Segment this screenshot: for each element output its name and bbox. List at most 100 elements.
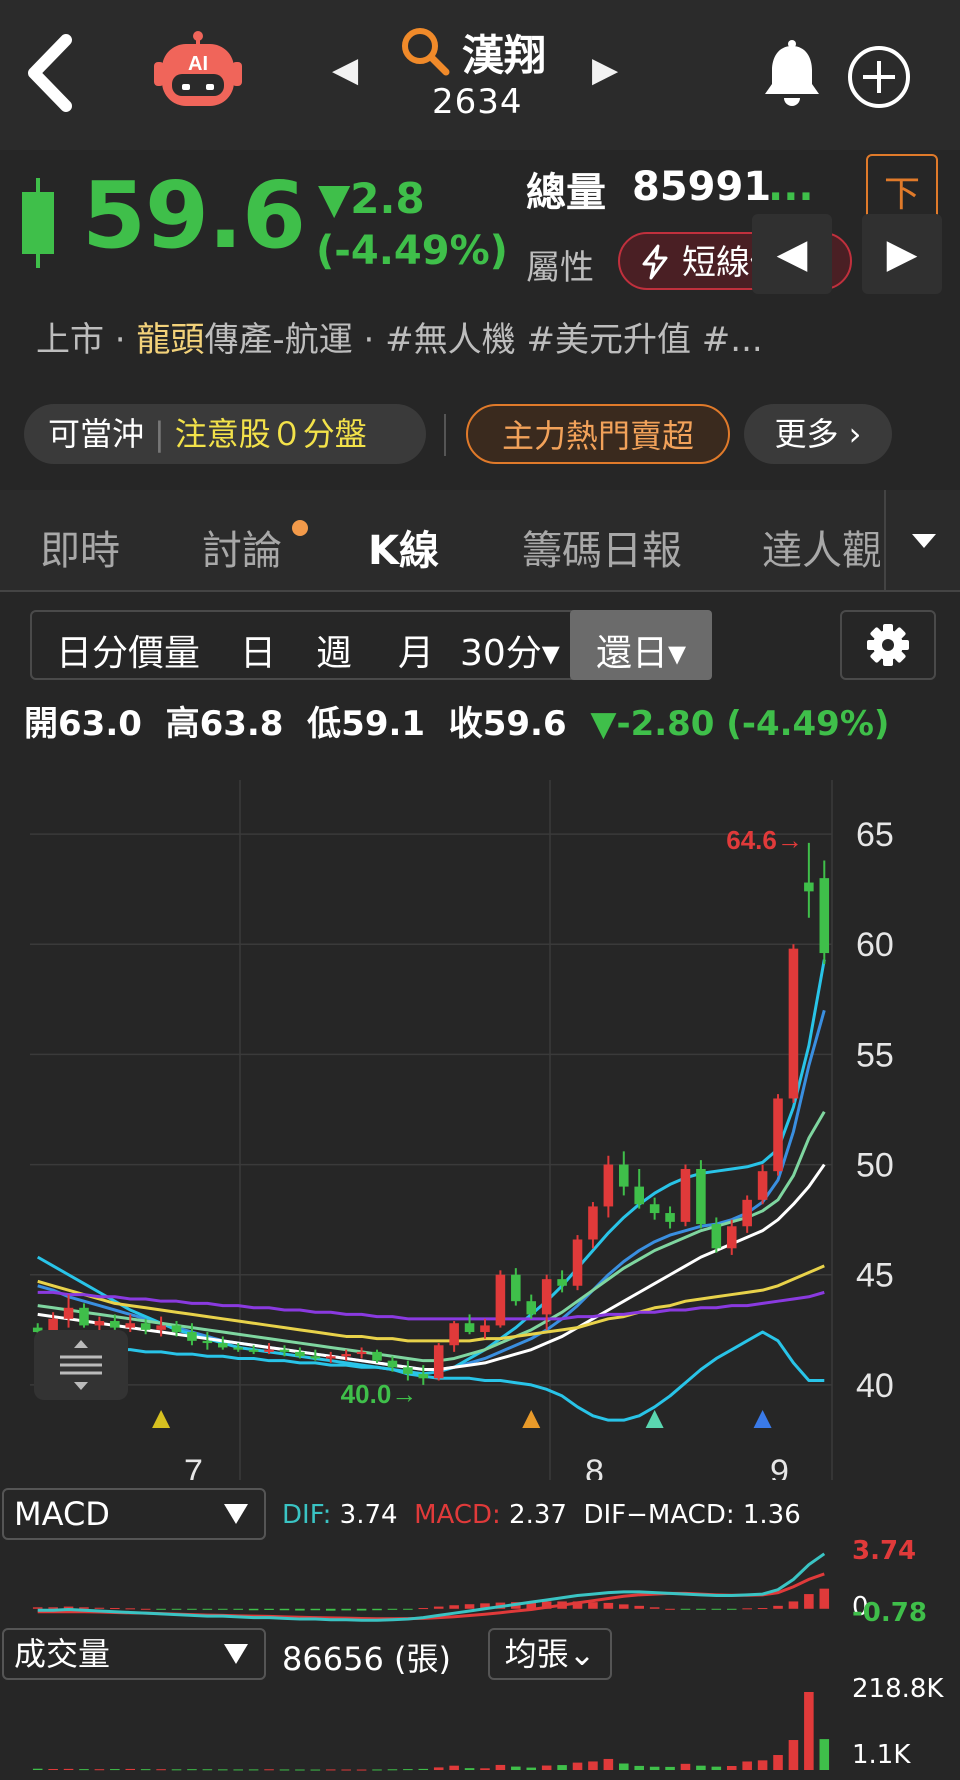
tab-discussion[interactable]: 討論: [202, 518, 282, 576]
volume-bar: [572, 1762, 583, 1770]
period-30min[interactable]: 30分▾: [460, 624, 560, 676]
candle-body: [804, 882, 814, 892]
macd-bar: [603, 1602, 614, 1609]
tab-realtime[interactable]: 即時: [40, 518, 120, 576]
close-value: 59.6: [482, 704, 567, 744]
period-week[interactable]: 週: [316, 624, 352, 676]
more-chip[interactable]: 更多 ›: [744, 404, 892, 464]
macd-bar: [619, 1604, 629, 1609]
candle-body: [464, 1323, 475, 1333]
volume-select-label: 成交量: [14, 1635, 111, 1673]
stock-name[interactable]: 漢翔: [462, 22, 546, 83]
day-trade-chip[interactable]: 可當沖 | 注意股０分盤: [24, 404, 426, 464]
ma-line-6: [37, 1330, 825, 1422]
candle-body: [557, 1279, 567, 1286]
tag-category-highlight[interactable]: 龍頭: [136, 320, 204, 360]
hot-sell-chip[interactable]: 主力熱門賣超: [466, 404, 730, 464]
tag-drone[interactable]: #無人機: [385, 320, 516, 360]
candle-body: [742, 1199, 752, 1227]
back-icon[interactable]: [22, 28, 82, 118]
candle-body: [325, 1356, 336, 1359]
volume-bar: [511, 1766, 521, 1770]
candle-body: [495, 1274, 506, 1326]
candle-body: [696, 1168, 706, 1225]
macd-bar: [403, 1608, 413, 1610]
macd-bar: [588, 1602, 598, 1609]
macd-bar: [804, 1594, 814, 1609]
volume-bar: [680, 1763, 691, 1770]
indicator-select[interactable]: MACD: [2, 1488, 266, 1540]
volume-axis-min: 1.1K: [852, 1740, 911, 1770]
tag-market[interactable]: 上市: [36, 320, 104, 360]
macd-bar: [156, 1608, 166, 1610]
scroll-next-button[interactable]: ▶: [862, 214, 942, 294]
macd-bar: [325, 1608, 336, 1611]
volume-bar: [526, 1767, 537, 1770]
next-stock-button[interactable]: ▶: [592, 50, 618, 90]
bell-icon[interactable]: [760, 40, 824, 110]
period-month[interactable]: 月: [398, 624, 434, 676]
total-volume-label: 總量: [526, 170, 606, 216]
candle-body: [680, 1168, 691, 1222]
volume-bar: [541, 1765, 552, 1770]
macd-bar: [372, 1608, 382, 1611]
scroll-prev-button[interactable]: ◀: [752, 214, 832, 294]
dropdown-icon: [224, 1644, 248, 1664]
candle-body: [511, 1274, 521, 1302]
volume-bar: [110, 1769, 120, 1771]
prev-stock-button[interactable]: ◀: [332, 50, 358, 90]
collapse-button[interactable]: [34, 1330, 128, 1400]
macd-bar: [187, 1608, 197, 1610]
volume-axis-max: 218.8K: [852, 1674, 944, 1704]
macd-bar: [94, 1607, 105, 1609]
ohlc-change: ▼-2.80 (-4.49%): [590, 704, 890, 744]
candle-body: [233, 1347, 243, 1350]
macd-bar: [418, 1608, 429, 1610]
tab-more-button[interactable]: [884, 490, 960, 590]
period-day[interactable]: 日: [240, 624, 276, 676]
macd-bar: [356, 1608, 367, 1611]
tab-chip-daily[interactable]: 籌碼日報: [522, 518, 682, 576]
tab-expert[interactable]: 達人觀: [762, 518, 880, 576]
macd-bar: [79, 1607, 89, 1609]
avg-lots-button[interactable]: 均張⌄: [488, 1628, 612, 1680]
volume-chart[interactable]: [0, 1684, 960, 1780]
period-restore[interactable]: 還日▾: [596, 624, 686, 676]
chip-divider: [444, 414, 446, 456]
x-tick-label: 8: [585, 1453, 604, 1480]
volume-bar: [356, 1769, 367, 1771]
tag-usd[interactable]: #美元升值: [526, 320, 691, 360]
kline-chart[interactable]: 65 60 55 50 45 40 7 8 9 64.6→ 40.0→: [0, 780, 960, 1480]
macd-bar: [773, 1605, 783, 1609]
ai-robot-icon[interactable]: AI: [150, 30, 246, 116]
candle-body: [218, 1343, 228, 1348]
dif-value: 3.74: [339, 1500, 398, 1530]
volume-bar: [788, 1740, 799, 1770]
macd-bar: [649, 1607, 660, 1609]
diff-label: DIF−MACD:: [583, 1500, 735, 1530]
candle-body: [94, 1321, 105, 1326]
candle-body: [372, 1351, 382, 1361]
tab-kline[interactable]: K線: [368, 518, 439, 576]
ma-line-5: [37, 1290, 825, 1321]
macd-label: MACD:: [414, 1500, 501, 1530]
header: AI ◀ 漢翔 2634 ▶: [0, 0, 960, 150]
candle-body: [588, 1206, 598, 1240]
settings-button[interactable]: [840, 610, 936, 680]
tag-row: 上市 · 龍頭傳產-航運 · #無人機 #美元升值 #...: [36, 312, 763, 361]
tag-more[interactable]: #...: [702, 320, 763, 360]
y-tick-label: 65: [856, 816, 894, 854]
volume-bar: [773, 1755, 783, 1770]
candle-body: [711, 1224, 722, 1249]
candle-body: [171, 1325, 182, 1333]
candle-body: [634, 1186, 644, 1205]
period-intraday[interactable]: 日分價量: [56, 624, 200, 676]
tag-category[interactable]: 傳產-航運: [204, 320, 352, 360]
add-watchlist-icon[interactable]: [846, 44, 912, 110]
macd-chart[interactable]: [0, 1540, 960, 1630]
candle-body: [418, 1373, 429, 1379]
candle-body: [248, 1349, 259, 1352]
volume-indicator-select[interactable]: 成交量: [2, 1628, 266, 1680]
macd-bar: [48, 1607, 58, 1609]
search-icon[interactable]: [398, 24, 452, 78]
